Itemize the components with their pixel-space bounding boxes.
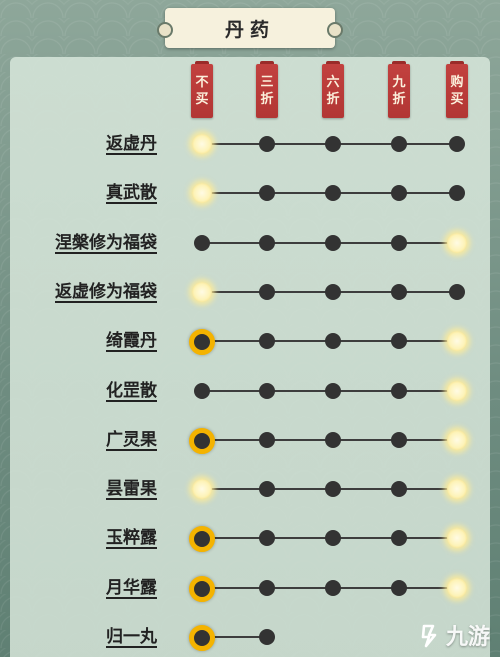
item-label: 玉粹露 <box>106 528 157 549</box>
option-row: 昙雷果 <box>0 469 500 509</box>
option-dot-glow[interactable] <box>447 380 467 401</box>
option-dot-dot[interactable] <box>259 481 275 498</box>
option-dot-dot[interactable] <box>194 234 210 251</box>
option-dot-glow[interactable] <box>192 281 212 302</box>
option-dot-dot[interactable] <box>325 283 341 300</box>
option-dot-dot[interactable] <box>259 530 275 547</box>
watermark-text: 九游 <box>445 625 490 650</box>
column-header-char: 六 <box>326 75 340 90</box>
item-label: 涅槃修为福袋 <box>55 232 157 253</box>
page-title: 丹药 <box>224 18 275 41</box>
option-dot-dot[interactable] <box>194 382 210 399</box>
item-label: 化罡散 <box>106 380 157 401</box>
option-dot-ring[interactable] <box>189 625 215 651</box>
item-label: 月华露 <box>106 577 157 598</box>
item-label: 返虚丹 <box>106 134 157 154</box>
option-dot-dot[interactable] <box>259 136 275 152</box>
option-dot-glow[interactable] <box>192 183 212 204</box>
option-dot-dot[interactable] <box>259 629 275 645</box>
column-header-char: 折 <box>392 92 406 107</box>
option-dot-glow[interactable] <box>447 577 467 598</box>
option-dot-dot[interactable] <box>259 579 275 596</box>
option-dot-glow[interactable] <box>447 479 467 500</box>
option-dot-dot[interactable] <box>259 234 275 251</box>
option-dot-dot[interactable] <box>325 579 341 596</box>
item-label: 绮霞丹 <box>106 331 157 352</box>
option-dot-ring[interactable] <box>189 329 215 356</box>
column-header-0: 不买 <box>191 61 213 118</box>
column-header-char: 不 <box>195 75 209 90</box>
option-dot-dot[interactable] <box>391 579 407 596</box>
option-dot-ring[interactable] <box>189 427 215 454</box>
option-dot-glow[interactable] <box>447 232 467 253</box>
option-row: 月华露 <box>0 568 500 608</box>
option-row: 真武散 <box>0 173 500 213</box>
column-header-char: 折 <box>260 92 274 107</box>
option-row: 化罡散 <box>0 371 500 411</box>
option-dot-dot[interactable] <box>449 283 465 300</box>
column-header-1: 三折 <box>256 61 278 118</box>
item-label: 返虚修为福袋 <box>55 281 157 302</box>
watermark: 九游 <box>418 619 490 651</box>
option-dot-ring[interactable] <box>189 575 215 602</box>
option-dot-dot[interactable] <box>325 481 341 498</box>
nine-game-logo-icon <box>421 624 437 648</box>
column-header-3: 九折 <box>388 61 410 118</box>
option-dot-dot[interactable] <box>325 185 341 202</box>
option-dot-dot[interactable] <box>325 431 341 448</box>
option-dot-dot[interactable] <box>391 431 407 448</box>
option-dot-dot[interactable] <box>391 333 407 350</box>
item-label: 归一丸 <box>106 627 157 647</box>
option-dot-dot[interactable] <box>391 530 407 547</box>
option-row: 返虚丹 <box>0 124 500 164</box>
option-dot-dot[interactable] <box>391 283 407 300</box>
item-label: 广灵果 <box>106 429 157 450</box>
column-header-char: 三 <box>260 75 274 90</box>
option-dot-dot[interactable] <box>325 333 341 350</box>
option-dot-dot[interactable] <box>391 185 407 202</box>
option-dot-dot[interactable] <box>259 382 275 399</box>
column-header-4: 购买 <box>446 61 468 118</box>
column-header-char: 九 <box>392 75 406 90</box>
option-row: 绮霞丹 <box>0 321 500 361</box>
option-dot-dot[interactable] <box>259 185 275 202</box>
option-dot-dot[interactable] <box>449 136 465 152</box>
column-header-char: 购 <box>450 75 464 90</box>
option-dot-glow[interactable] <box>192 479 212 500</box>
option-dot-glow[interactable] <box>447 429 467 450</box>
option-row: 涅槃修为福袋 <box>0 223 500 263</box>
option-dot-dot[interactable] <box>325 382 341 399</box>
option-dot-dot[interactable] <box>391 481 407 498</box>
item-label: 昙雷果 <box>106 479 157 500</box>
option-row: 玉粹露 <box>0 518 500 558</box>
option-dot-glow[interactable] <box>192 134 212 154</box>
option-row: 返虚修为福袋 <box>0 272 500 312</box>
title-plaque: 丹药 <box>157 8 343 48</box>
option-dot-glow[interactable] <box>447 528 467 549</box>
option-dot-dot[interactable] <box>391 234 407 251</box>
column-header-char: 买 <box>450 92 464 107</box>
option-dot-dot[interactable] <box>449 185 465 202</box>
item-label: 真武散 <box>106 183 157 204</box>
option-dot-dot[interactable] <box>259 431 275 448</box>
option-dot-dot[interactable] <box>325 530 341 547</box>
option-row: 广灵果 <box>0 420 500 460</box>
column-header-2: 六折 <box>322 61 344 118</box>
option-dot-dot[interactable] <box>391 136 407 152</box>
option-dot-ring[interactable] <box>189 526 215 553</box>
column-header-char: 买 <box>195 92 209 107</box>
option-dot-dot[interactable] <box>325 136 341 152</box>
option-dot-dot[interactable] <box>259 283 275 300</box>
option-dot-glow[interactable] <box>447 331 467 352</box>
option-dot-dot[interactable] <box>391 382 407 399</box>
option-dot-dot[interactable] <box>259 333 275 350</box>
column-header-char: 折 <box>326 92 340 107</box>
option-dot-dot[interactable] <box>325 234 341 251</box>
